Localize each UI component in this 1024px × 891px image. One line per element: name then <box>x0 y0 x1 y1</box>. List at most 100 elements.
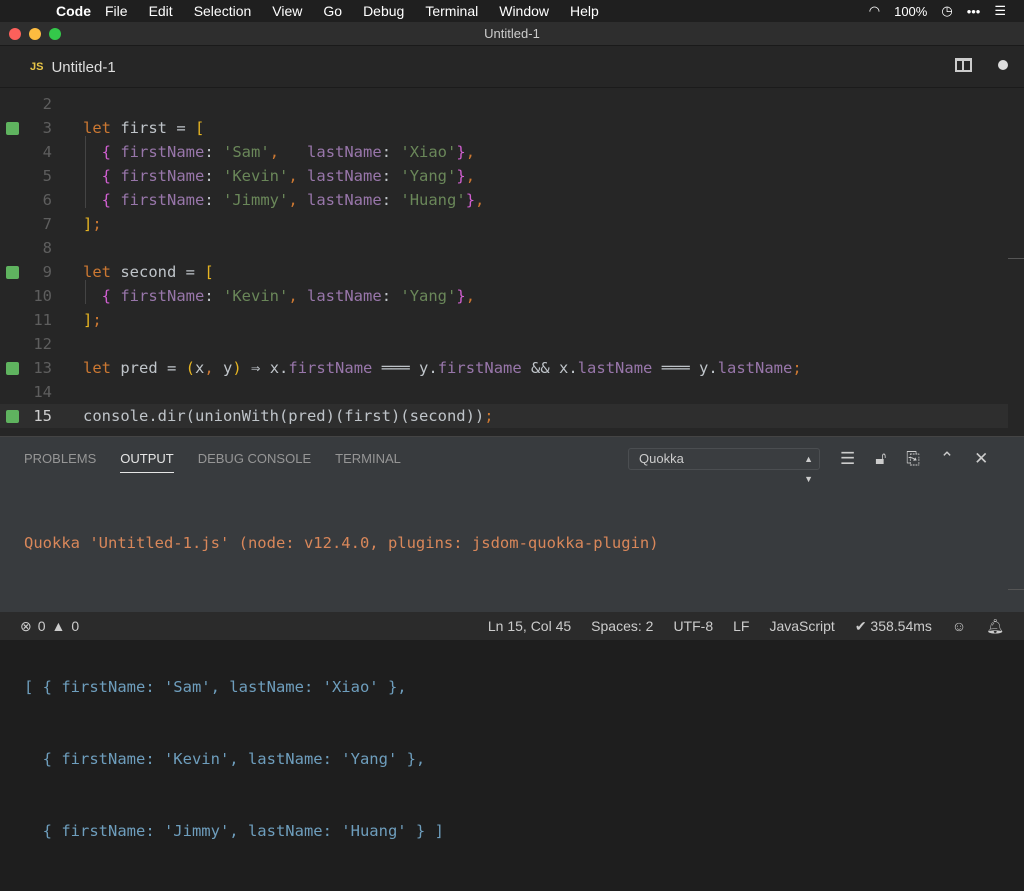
code-text: let second = [ <box>83 260 214 284</box>
tab-untitled-1[interactable]: JS Untitled-1 <box>30 46 116 88</box>
unsaved-dot-icon[interactable] <box>998 60 1008 70</box>
more-icon[interactable]: ••• <box>967 4 981 19</box>
code-token: 'Yang' <box>400 167 457 185</box>
code-token: let <box>83 359 111 377</box>
line-number: 10 <box>33 287 52 305</box>
code-line[interactable]: 6 { firstName: 'Jimmy', lastName: 'Huang… <box>0 188 1008 212</box>
code-text: let first = [ <box>83 116 204 140</box>
code-token: [ <box>204 263 214 281</box>
code-token: ; <box>792 359 802 377</box>
lock-scroll-icon[interactable]: 🔓︎ <box>875 449 886 469</box>
window-title: Untitled-1 <box>484 26 540 41</box>
notifications-bell-icon[interactable]: 🔔︎ <box>986 618 1004 635</box>
code-token: ( <box>185 359 195 377</box>
menu-selection[interactable]: Selection <box>194 3 252 19</box>
code-token: : <box>204 287 224 305</box>
status-bar: ⊗ 0 ▲ 0 Ln 15, Col 45 Spaces: 2 UTF-8 LF J… <box>0 612 1024 640</box>
code-text: { firstName: 'Kevin', lastName: 'Yang'}, <box>83 164 475 188</box>
bottom-panel: PROBLEMS OUTPUT DEBUG CONSOLE TERMINAL Quok… <box>0 436 1024 840</box>
line-number: 12 <box>33 335 52 353</box>
code-token: : <box>204 143 224 161</box>
code-line[interactable]: 9 let second = [ <box>0 260 1008 284</box>
code-text: let pred = (x, y) ⇒ x.firstName ═══ y.fi… <box>83 356 802 380</box>
maximize-panel-icon[interactable]: ⌃ <box>940 449 954 469</box>
scrollbar-marker[interactable] <box>1008 258 1024 259</box>
code-line[interactable]: 15 console.dir(unionWith(pred)(first)(sec… <box>0 404 1008 428</box>
panel-tab-debug-console[interactable]: DEBUG CONSOLE <box>198 451 311 473</box>
code-token: ] <box>83 311 93 329</box>
menu-view[interactable]: View <box>272 3 302 19</box>
output-line: { firstName: 'Jimmy', lastName: 'Huang' … <box>24 822 444 840</box>
code-token: : <box>381 287 401 305</box>
battery-status[interactable]: 100% <box>894 4 927 19</box>
code-token: [ <box>195 119 205 137</box>
line-number: 3 <box>42 119 52 137</box>
menu-file[interactable]: File <box>105 3 128 19</box>
code-token: } <box>456 287 466 305</box>
code-line[interactable]: 13 let pred = (x, y) ⇒ x.firstName ═══ y.… <box>0 356 1008 380</box>
code-line[interactable]: 7]; <box>0 212 1008 236</box>
close-window-button[interactable] <box>9 28 21 40</box>
menu-debug[interactable]: Debug <box>363 3 404 19</box>
code-token: { <box>101 287 112 305</box>
code-line[interactable]: 5 { firstName: 'Kevin', lastName: 'Yang'… <box>0 164 1008 188</box>
code-token: ; <box>92 215 102 233</box>
code-line[interactable]: 3 let first = [ <box>0 116 1008 140</box>
code-token: let <box>83 263 111 281</box>
menu-go[interactable]: Go <box>323 3 342 19</box>
menu-terminal[interactable]: Terminal <box>425 3 478 19</box>
code-token: ) <box>232 359 242 377</box>
code-text: { firstName: 'Kevin', lastName: 'Yang'}, <box>83 284 475 308</box>
output-line: [ { firstName: 'Sam', lastName: 'Xiao' }… <box>24 678 407 696</box>
list-icon[interactable]: ☰ <box>994 3 1006 19</box>
minimize-window-button[interactable] <box>29 28 41 40</box>
output-channel-select[interactable]: Quokka ▲ ▼ <box>628 448 820 484</box>
clear-output-icon[interactable]: ☰ <box>840 449 855 469</box>
code-token: firstName <box>437 359 522 377</box>
cursor-position[interactable]: Ln 15, Col 45 <box>488 618 571 635</box>
menu-app-name[interactable]: Code <box>56 3 91 19</box>
close-panel-icon[interactable]: ✕ <box>974 449 988 469</box>
open-log-file-icon[interactable]: ⎘ <box>906 449 920 469</box>
code-token: lastName <box>297 287 382 305</box>
code-token: , <box>465 167 476 185</box>
panel-tab-terminal[interactable]: TERMINAL <box>335 451 401 473</box>
code-line[interactable]: 12 <box>0 332 1008 356</box>
code-editor[interactable]: 2 3 let first = [4 { firstName: 'Sam', las… <box>0 88 1024 436</box>
zoom-window-button[interactable] <box>49 28 61 40</box>
wifi-icon[interactable]: ◠ <box>869 3 880 19</box>
feedback-smiley-icon[interactable]: ☺ <box>952 618 966 635</box>
menu-help[interactable]: Help <box>570 3 599 19</box>
javascript-file-icon: JS <box>30 61 44 73</box>
panel-tab-output[interactable]: OUTPUT <box>120 451 174 473</box>
error-icon: ⊗ <box>20 618 32 634</box>
code-line[interactable]: 2 <box>0 92 1008 116</box>
language-mode[interactable]: JavaScript <box>769 618 834 635</box>
end-of-line[interactable]: LF <box>733 618 749 635</box>
panel-scrollbar-marker[interactable] <box>1008 589 1024 590</box>
code-token: 'Jimmy' <box>223 191 289 209</box>
code-line[interactable]: 10 { firstName: 'Kevin', lastName: 'Yang… <box>0 284 1008 308</box>
code-token: ═══ y. <box>372 359 438 377</box>
menu-window[interactable]: Window <box>499 3 549 19</box>
code-token: : <box>204 167 224 185</box>
quokka-timing[interactable]: ✔ 358.54ms <box>855 618 932 635</box>
code-line[interactable]: 14 <box>0 380 1008 404</box>
code-line[interactable]: 8 <box>0 236 1008 260</box>
split-editor-icon[interactable] <box>955 58 972 72</box>
code-text: ]; <box>83 212 102 236</box>
code-line[interactable]: 11]; <box>0 308 1008 332</box>
code-token: && x. <box>521 359 578 377</box>
menu-edit[interactable]: Edit <box>149 3 173 19</box>
code-token: ═══ y. <box>652 359 718 377</box>
encoding[interactable]: UTF-8 <box>673 618 713 635</box>
code-token: , <box>288 191 298 209</box>
panel-tab-problems[interactable]: PROBLEMS <box>24 451 96 473</box>
problems-indicator[interactable]: ⊗ 0 ▲ 0 <box>20 618 79 635</box>
code-line[interactable]: 4 { firstName: 'Sam', lastName: 'Xiao'}, <box>0 140 1008 164</box>
clock-icon[interactable]: ◷ <box>941 3 952 19</box>
code-token: : <box>381 191 401 209</box>
indentation[interactable]: Spaces: 2 <box>591 618 653 635</box>
